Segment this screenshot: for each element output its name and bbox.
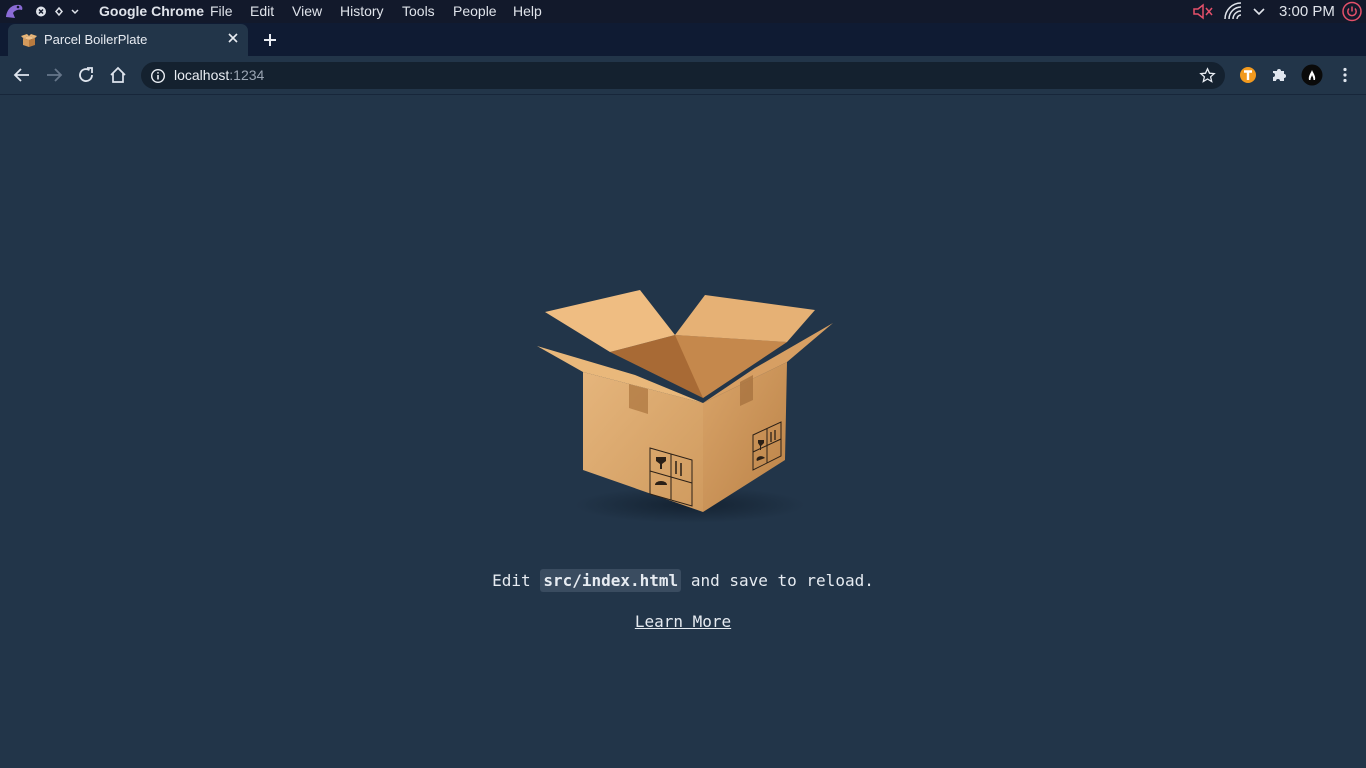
browser-toolbar: localhost:1234 — [0, 56, 1366, 95]
address-bar[interactable]: localhost:1234 — [141, 62, 1225, 89]
chevron-down-icon[interactable] — [1252, 0, 1266, 23]
tab-close-icon[interactable] — [224, 29, 242, 47]
menu-view[interactable]: View — [292, 0, 322, 23]
learn-more-link[interactable]: Learn More — [635, 612, 731, 631]
parcel-box-icon — [21, 33, 37, 52]
volume-muted-icon[interactable] — [1192, 0, 1214, 23]
menu-help[interactable]: Help — [513, 0, 542, 23]
chevron-down-icon[interactable] — [69, 0, 81, 23]
tab-parcel-boilerplate[interactable]: Parcel BoilerPlate — [8, 24, 248, 56]
edit-suffix: and save to reload. — [681, 571, 874, 590]
menu-file[interactable]: File — [210, 0, 233, 23]
kebab-menu-icon[interactable] — [1335, 65, 1355, 85]
menu-edit[interactable]: Edit — [250, 0, 274, 23]
url-port: :1234 — [229, 67, 265, 83]
tab-strip: Parcel BoilerPlate — [0, 23, 1366, 56]
diamond-icon[interactable] — [53, 0, 65, 23]
clock[interactable]: 3:00 PM — [1279, 0, 1335, 23]
back-arrow-icon[interactable] — [12, 65, 32, 85]
profile-avatar-icon[interactable] — [1301, 64, 1323, 86]
tab-title: Parcel BoilerPlate — [44, 32, 148, 47]
edit-prefix: Edit — [492, 571, 541, 590]
menu-history[interactable]: History — [340, 0, 384, 23]
menu-tools[interactable]: Tools — [402, 0, 435, 23]
os-top-bar: Google Chrome File Edit View History Too… — [0, 0, 1366, 23]
url-host: localhost — [174, 67, 230, 83]
edit-instruction: Edit src/index.html and save to reload. — [0, 569, 1366, 592]
power-icon[interactable] — [1341, 0, 1363, 23]
code-filename: src/index.html — [540, 569, 682, 592]
cardboard-box-illustration — [525, 280, 845, 530]
url-text[interactable]: localhost:1234 — [174, 67, 264, 83]
reload-icon[interactable] — [76, 65, 96, 85]
info-icon[interactable] — [150, 68, 166, 88]
bookmark-star-icon[interactable] — [1199, 67, 1216, 88]
close-circle-icon[interactable] — [35, 0, 47, 23]
extension-t-icon[interactable] — [1238, 65, 1258, 85]
app-name[interactable]: Google Chrome — [99, 0, 204, 23]
menu-people[interactable]: People — [453, 0, 497, 23]
launcher-logo-icon[interactable] — [3, 0, 25, 23]
home-icon[interactable] — [108, 65, 128, 85]
puzzle-icon[interactable] — [1270, 65, 1290, 85]
new-tab-plus-icon[interactable] — [261, 31, 279, 49]
learn-more-container: Learn More — [0, 612, 1366, 631]
forward-arrow-icon[interactable] — [44, 65, 64, 85]
wifi-icon[interactable] — [1222, 0, 1244, 23]
